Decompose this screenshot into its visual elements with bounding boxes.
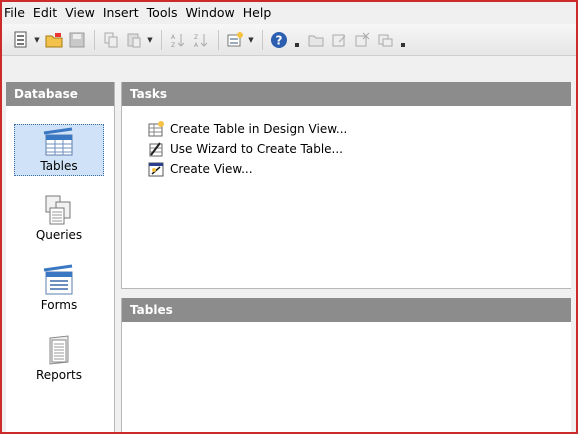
queries-icon <box>45 195 71 225</box>
new-document-icon[interactable] <box>10 29 32 51</box>
new-form-dropdown-icon[interactable]: ▼ <box>247 29 255 51</box>
create-view-icon <box>148 162 164 177</box>
task-label: Create View... <box>170 162 253 176</box>
edit-object-icon[interactable] <box>328 29 350 51</box>
menu-file[interactable]: File <box>2 2 29 24</box>
svg-text:A: A <box>171 34 176 41</box>
database-item-label: Queries <box>35 228 83 242</box>
menu-view[interactable]: View <box>61 2 99 24</box>
task-use-wizard-create-table[interactable]: Use Wizard to Create Table... <box>148 140 343 158</box>
svg-text:Z: Z <box>171 42 175 48</box>
application-window: File Edit View Insert Tools Window Help … <box>0 0 578 434</box>
copy-icon[interactable] <box>100 29 122 51</box>
svg-text:A: A <box>194 42 199 48</box>
toolbar-separator <box>161 29 162 50</box>
database-item-label: Tables <box>40 159 78 173</box>
paste-dropdown-icon[interactable]: ▼ <box>146 29 154 51</box>
database-item-tables[interactable]: Tables <box>14 124 104 176</box>
reports-icon <box>49 335 69 365</box>
database-pane-title: Database <box>6 82 114 106</box>
menu-edit[interactable]: Edit <box>29 2 61 24</box>
database-item-reports[interactable]: Reports <box>14 334 104 384</box>
delete-object-icon[interactable] <box>351 29 373 51</box>
database-item-forms[interactable]: Forms <box>14 264 104 314</box>
tables-pane: Tables <box>121 298 571 432</box>
help-icon[interactable]: ? <box>268 29 290 51</box>
task-create-view[interactable]: Create View... <box>148 160 253 178</box>
toolbar-separator <box>262 29 263 50</box>
toolbar-overflow-icon[interactable] <box>401 33 407 47</box>
menu-insert[interactable]: Insert <box>99 2 143 24</box>
toolbar-separator <box>218 29 219 50</box>
paste-icon[interactable] <box>123 29 145 51</box>
tasks-pane-title: Tasks <box>122 82 571 106</box>
database-pane: Database Tables Queries Forms Reports <box>6 82 115 432</box>
tables-pane-title: Tables <box>122 298 571 322</box>
task-label: Use Wizard to Create Table... <box>170 142 343 156</box>
forms-icon <box>43 264 73 295</box>
open-folder-icon[interactable] <box>43 29 65 51</box>
save-icon[interactable] <box>66 29 88 51</box>
standard-toolbar: ▼ ▼ AZ ZA ▼ ? <box>2 24 576 56</box>
sort-descending-icon[interactable]: ZA <box>190 29 212 51</box>
design-view-icon <box>148 121 164 137</box>
tasks-pane: Tasks Create Table in Design View... Use… <box>121 82 571 289</box>
wizard-icon <box>149 142 163 157</box>
database-item-label: Forms <box>40 298 78 312</box>
svg-text:?: ? <box>276 33 283 47</box>
menu-help[interactable]: Help <box>239 2 276 24</box>
menu-bar: File Edit View Insert Tools Window Help <box>2 2 576 24</box>
menu-tools[interactable]: Tools <box>143 2 182 24</box>
tables-list[interactable] <box>122 322 571 432</box>
toolbar-separator <box>94 29 95 50</box>
new-dropdown-icon[interactable]: ▼ <box>33 29 41 51</box>
sort-ascending-icon[interactable]: AZ <box>167 29 189 51</box>
database-item-queries[interactable]: Queries <box>14 194 104 244</box>
database-item-label: Reports <box>35 368 83 382</box>
tables-icon <box>43 127 73 156</box>
svg-text:Z: Z <box>194 34 198 41</box>
menu-window[interactable]: Window <box>181 2 238 24</box>
open-object-icon[interactable] <box>305 29 327 51</box>
task-create-table-design-view[interactable]: Create Table in Design View... <box>148 120 347 138</box>
rename-object-icon[interactable] <box>374 29 396 51</box>
toolbar-overflow-icon[interactable] <box>295 33 301 47</box>
task-label: Create Table in Design View... <box>170 122 348 136</box>
new-form-icon[interactable] <box>224 29 246 51</box>
